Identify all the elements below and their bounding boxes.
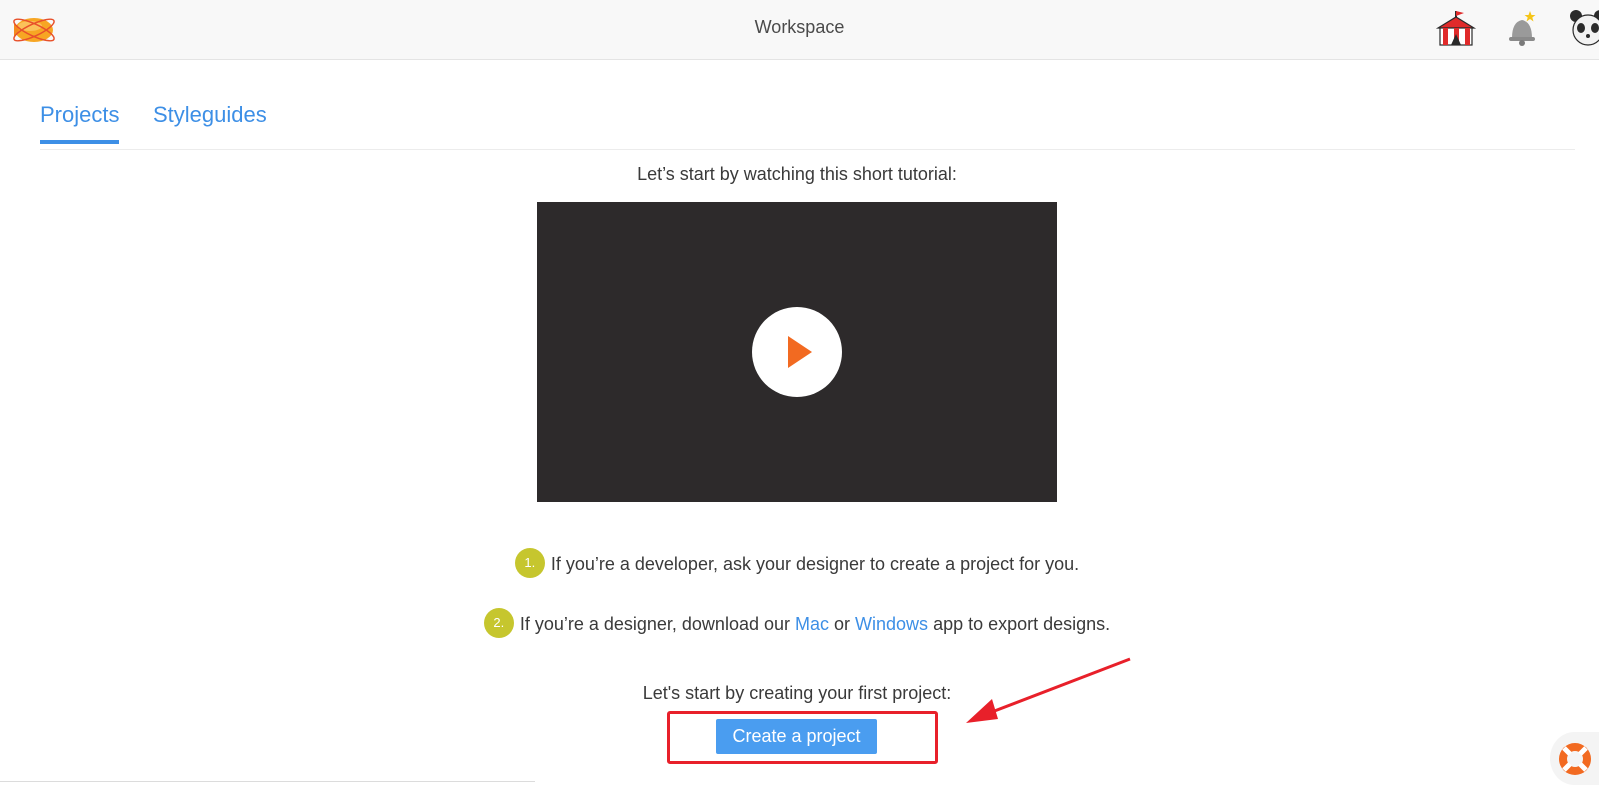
annotation-arrow-icon bbox=[966, 657, 1131, 723]
divider bbox=[0, 781, 535, 782]
step-designer-suffix: app to export designs. bbox=[928, 613, 1111, 634]
tab-styleguides[interactable]: Styleguides bbox=[153, 102, 267, 140]
step-developer-text: If you’re a developer, ask your designer… bbox=[550, 553, 1080, 574]
play-button[interactable] bbox=[752, 307, 842, 397]
play-icon bbox=[788, 336, 812, 368]
mac-download-link[interactable]: Mac bbox=[795, 614, 829, 634]
create-project-button[interactable]: Create a project bbox=[716, 719, 877, 754]
step-designer: 2. If you’re a designer, download our Mac… bbox=[0, 608, 1594, 640]
tutorial-video[interactable] bbox=[537, 202, 1057, 502]
create-project-heading: Let's start by creating your first proje… bbox=[642, 683, 952, 703]
tutorial-intro-text: Let’s start by watching this short tutor… bbox=[637, 164, 957, 184]
step-badge-2: 2. bbox=[483, 608, 514, 638]
step-developer: 1. If you’re a developer, ask your design… bbox=[0, 548, 1594, 580]
tab-projects[interactable]: Projects bbox=[40, 102, 120, 144]
windows-download-link[interactable]: Windows bbox=[855, 614, 928, 634]
help-button[interactable] bbox=[1550, 732, 1599, 785]
step-designer-prefix: If you’re a designer, download our bbox=[519, 613, 795, 634]
step-badge-1: 1. bbox=[514, 548, 545, 578]
tab-bar: Projects Styleguides bbox=[40, 0, 1575, 150]
step-designer-or: or bbox=[829, 613, 856, 634]
lifebuoy-icon bbox=[1559, 743, 1591, 775]
